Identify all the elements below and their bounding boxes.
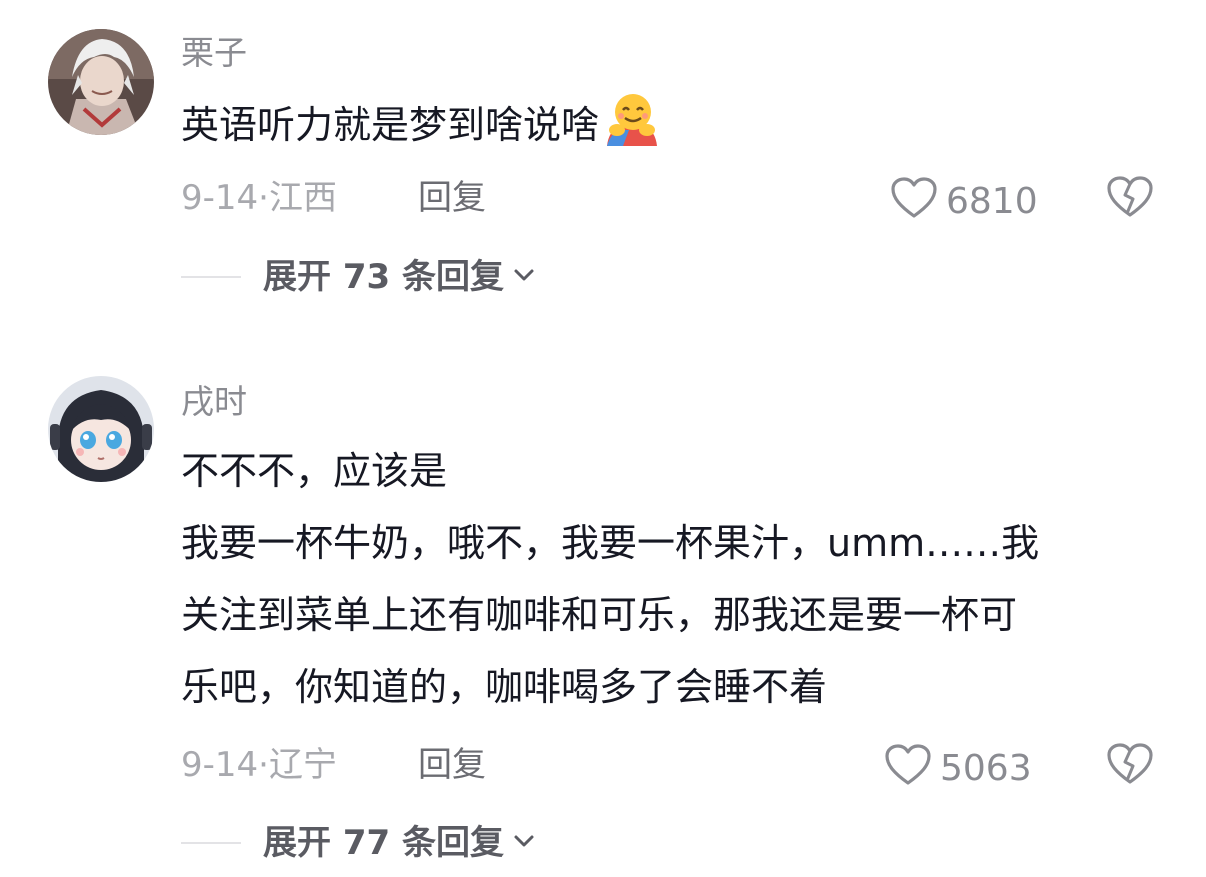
comment-username[interactable]: 栗子 [181,36,247,69]
heart-outline-icon [890,176,938,227]
divider-dash [181,842,241,844]
chevron-down-icon [512,833,536,853]
comment-location: 辽宁 [268,745,337,785]
comment-text-line: 关注到菜单上还有咖啡和可乐，那我还是要一杯可 [181,593,1018,637]
divider-dash [181,276,241,278]
comment-meta: 9-14·江西 [181,181,337,215]
comment-text: 英语听力就是梦到啥说啥 [181,89,1171,171]
comment-date: 9-14 [181,745,259,785]
heart-outline-icon [884,743,932,794]
dislike-button[interactable] [1106,742,1154,790]
comment-text-line: 乐吧，你知道的，咖啡喝多了会睡不着 [181,665,828,709]
broken-heart-icon [1106,176,1154,223]
meta-separator: · [258,178,269,218]
avatar[interactable] [48,376,154,482]
like-button[interactable]: 5063 [884,743,1032,794]
broken-heart-icon [1106,743,1154,790]
comment-text-line: 不不不，应该是 [181,449,448,493]
avatar[interactable] [48,29,154,135]
comment-text-line: 我要一杯牛奶，哦不，我要一杯果汁，umm……我 [181,521,1040,565]
dislike-button[interactable] [1106,175,1154,223]
like-count: 6810 [946,180,1038,222]
comment-username[interactable]: 戌时 [181,385,247,418]
like-button[interactable]: 6810 [890,176,1038,227]
reply-button[interactable]: 回复 [418,748,486,782]
expand-replies-button[interactable]: 展开 77 条回复 [181,826,536,860]
expand-replies-button[interactable]: 展开 73 条回复 [181,260,536,294]
expand-replies-label: 展开 77 条回复 [263,823,504,863]
comment-text-line: 英语听力就是梦到啥说啥 [181,89,1171,171]
comment-text-content: 英语听力就是梦到啥说啥 [181,103,600,147]
like-count: 5063 [940,747,1032,789]
hugging-face-emoji-icon [603,92,659,171]
comment-meta: 9-14·辽宁 [181,748,337,782]
expand-replies-label: 展开 73 条回复 [263,257,504,297]
comment-location: 江西 [268,178,337,218]
comment-text: 不不不，应该是 我要一杯牛奶，哦不，我要一杯果汁，umm……我 关注到菜单上还有… [181,435,1171,723]
chevron-down-icon [512,267,536,287]
reply-button[interactable]: 回复 [418,181,486,215]
meta-separator: · [258,745,269,785]
comment-date: 9-14 [181,178,259,218]
